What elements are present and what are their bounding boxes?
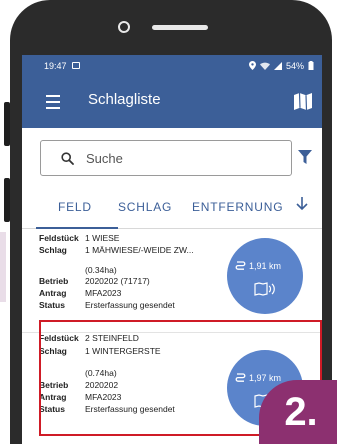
background-accent: [0, 232, 6, 302]
list-item[interactable]: Feldstück 1 WIESE Schlag 1 MÄHWIESE/-WEIDE…: [22, 228, 322, 333]
battery-percent: 54%: [285, 60, 304, 71]
route-icon: [235, 261, 246, 270]
search-row: [22, 128, 322, 186]
distance-value: 1,91 km: [249, 261, 282, 271]
area-value: (0.34ha): [85, 265, 117, 275]
signal-icon: [273, 61, 282, 70]
tab-entfernung[interactable]: ENTFERNUNG: [192, 200, 283, 214]
schlag-label: Schlag: [39, 245, 67, 255]
search-icon: [61, 151, 74, 165]
search-input[interactable]: [84, 149, 268, 167]
page-title: Schlagliste: [88, 91, 161, 108]
image-notification-icon: [71, 62, 80, 69]
antrag-value: MFA2023: [85, 288, 122, 298]
status-time: 19:47: [44, 60, 67, 71]
status-bar: 19:47 54%: [22, 55, 322, 76]
sort-arrow-icon[interactable]: [296, 197, 308, 211]
search-box[interactable]: [40, 140, 292, 176]
tab-schlag[interactable]: SCHLAG: [118, 200, 172, 214]
tab-bar: FELD SCHLAG ENTFERNUNG: [22, 186, 322, 229]
antrag-label: Antrag: [39, 288, 67, 298]
status-value: Ersterfassung gesendet: [85, 300, 175, 310]
tab-feld[interactable]: FELD: [58, 200, 92, 214]
wifi-icon: [259, 62, 270, 70]
map-icon[interactable]: [294, 93, 312, 110]
map-navigate-icon: [254, 282, 275, 296]
filter-icon[interactable]: [298, 150, 312, 164]
betrieb-label: Betrieb: [39, 276, 69, 286]
menu-icon[interactable]: [46, 95, 60, 109]
distance-button[interactable]: 1,91 km: [227, 238, 303, 314]
battery-icon: [308, 61, 314, 70]
app-bar: Schlagliste: [22, 76, 322, 128]
phone-speaker: [152, 25, 208, 30]
feldstueck-value: 1 WIESE: [85, 233, 120, 243]
status-label: Status: [39, 300, 65, 310]
feldstueck-label: Feldstück: [39, 233, 79, 243]
schlag-value: 1 MÄHWIESE/-WEIDE ZW...: [85, 245, 194, 255]
step-badge: 2.: [259, 380, 337, 444]
location-icon: [248, 61, 256, 70]
phone-camera: [118, 21, 130, 33]
betrieb-value: 2020202 (71717): [85, 276, 150, 286]
